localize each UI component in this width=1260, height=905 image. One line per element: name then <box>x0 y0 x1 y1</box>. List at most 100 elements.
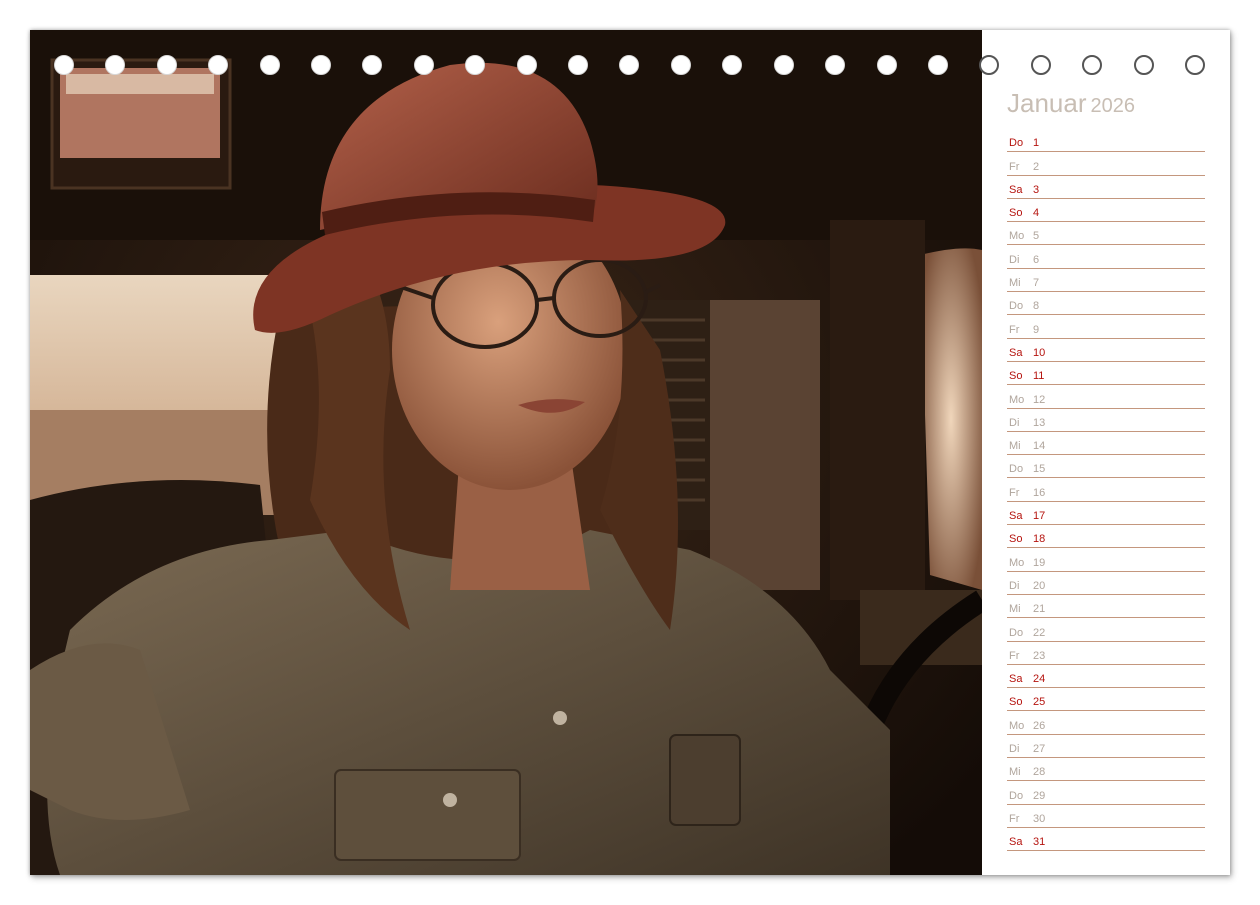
day-number: 2 <box>1033 160 1040 173</box>
day-number: 31 <box>1033 836 1046 849</box>
day-row: Sa 31 <box>1007 829 1205 852</box>
day-number: 4 <box>1033 207 1040 220</box>
day-row: Di 6 <box>1007 246 1205 269</box>
day-number: 27 <box>1033 743 1046 756</box>
day-name: Do <box>1009 463 1024 476</box>
day-row: Sa 10 <box>1007 340 1205 362</box>
day-name: Fr <box>1009 323 1020 336</box>
day-name: Mi <box>1009 766 1021 779</box>
day-row: Sa 17 <box>1007 503 1205 526</box>
day-number: 30 <box>1033 812 1046 825</box>
day-number: 28 <box>1033 766 1046 779</box>
day-row: Di 27 <box>1007 736 1205 759</box>
day-name: Di <box>1009 253 1020 266</box>
day-name: Mo <box>1009 556 1025 569</box>
day-name: So <box>1009 370 1023 383</box>
day-number: 10 <box>1033 346 1046 359</box>
day-number: 25 <box>1033 696 1046 709</box>
day-number: 29 <box>1033 789 1046 802</box>
day-number: 9 <box>1033 323 1040 336</box>
day-row: Mi 14 <box>1007 433 1205 456</box>
day-row: So 25 <box>1007 689 1205 712</box>
day-row: Mo 12 <box>1007 386 1205 409</box>
day-name: Sa <box>1009 183 1023 196</box>
day-number: 19 <box>1033 556 1046 569</box>
day-number: 1 <box>1033 137 1040 150</box>
day-row: Do 29 <box>1007 782 1205 805</box>
day-name: Do <box>1009 789 1024 802</box>
day-row: Fr 2 <box>1007 153 1205 176</box>
day-row: Mo 5 <box>1007 223 1205 246</box>
day-row: Mi 7 <box>1007 270 1205 293</box>
day-name: Mo <box>1009 393 1025 406</box>
day-name: Fr <box>1009 649 1020 662</box>
day-number: 15 <box>1033 463 1046 476</box>
calendar-photo <box>30 30 982 875</box>
month-year: 2026 <box>1090 95 1136 117</box>
day-number: 23 <box>1033 649 1046 662</box>
day-number: 18 <box>1033 533 1046 546</box>
day-name: Di <box>1009 743 1020 756</box>
day-number: 16 <box>1033 486 1046 499</box>
day-name: Mo <box>1009 719 1025 732</box>
day-number: 22 <box>1033 626 1046 639</box>
day-row: Do 22 <box>1007 619 1205 642</box>
day-name: Sa <box>1009 510 1023 523</box>
day-name: Sa <box>1009 836 1023 849</box>
day-name: Do <box>1009 626 1024 639</box>
day-name: Fr <box>1009 486 1020 499</box>
day-row: So 11 <box>1007 363 1205 386</box>
day-row: So 4 <box>1007 200 1205 223</box>
day-number: 12 <box>1033 393 1046 406</box>
day-name: Mo <box>1009 230 1025 243</box>
day-number: 26 <box>1033 719 1046 732</box>
day-row: Fr 9 <box>1007 316 1205 339</box>
day-number: 3 <box>1033 183 1040 196</box>
day-name: Fr <box>1009 160 1020 173</box>
day-name: Di <box>1009 579 1020 592</box>
day-name: Di <box>1009 416 1020 429</box>
day-row: Di 20 <box>1007 573 1205 595</box>
day-name: So <box>1009 207 1023 220</box>
day-number: 14 <box>1033 440 1046 453</box>
photo-illustration <box>30 30 982 875</box>
day-name: Sa <box>1009 346 1023 359</box>
day-number: 17 <box>1033 510 1046 523</box>
day-number: 20 <box>1033 579 1046 592</box>
day-row: Mi 28 <box>1007 759 1205 782</box>
day-name: Mi <box>1009 440 1021 453</box>
day-number: 13 <box>1033 416 1046 429</box>
day-row: Fr 30 <box>1007 806 1205 828</box>
day-row: Fr 16 <box>1007 479 1205 502</box>
day-row: So 18 <box>1007 526 1205 549</box>
day-row: Fr 23 <box>1007 643 1205 665</box>
day-number: 21 <box>1033 603 1046 616</box>
day-row: Sa 3 <box>1007 177 1205 199</box>
day-name: Mi <box>1009 277 1021 290</box>
day-name: Do <box>1009 137 1024 150</box>
day-row: Di 13 <box>1007 410 1205 432</box>
day-name: So <box>1009 533 1023 546</box>
day-name: Sa <box>1009 673 1023 686</box>
day-number: 7 <box>1033 277 1040 290</box>
day-row: Mo 19 <box>1007 549 1205 572</box>
day-number: 8 <box>1033 300 1040 313</box>
month-title: Januar 2026 <box>1007 88 1135 119</box>
day-row: Sa 24 <box>1007 666 1205 689</box>
day-number: 5 <box>1033 230 1040 243</box>
day-list: Do 1 Fr 2 Sa 3 So 4 Mo 5 Di 6 Mi 7 Do 8 Fr 9 Sa 10 So 11 Mo 12 D… <box>1007 130 1205 852</box>
day-row: Do 1 <box>1007 130 1205 153</box>
day-row: Do 8 <box>1007 293 1205 316</box>
day-name: So <box>1009 696 1023 709</box>
day-number: 6 <box>1033 253 1040 266</box>
day-name: Do <box>1009 300 1024 313</box>
calendar-panel: Januar 2026 Do 1 Fr 2 Sa 3 So 4 Mo 5 Di 6 Mi 7 Do 8 Fr 9 Sa… <box>982 30 1230 875</box>
day-row: Mi 21 <box>1007 596 1205 619</box>
day-number: 11 <box>1033 370 1045 383</box>
day-row: Do 15 <box>1007 456 1205 479</box>
day-row: Mo 26 <box>1007 712 1205 735</box>
month-name: Januar <box>1007 88 1087 118</box>
day-name: Fr <box>1009 812 1020 825</box>
day-number: 24 <box>1033 673 1046 686</box>
day-name: Mi <box>1009 603 1021 616</box>
